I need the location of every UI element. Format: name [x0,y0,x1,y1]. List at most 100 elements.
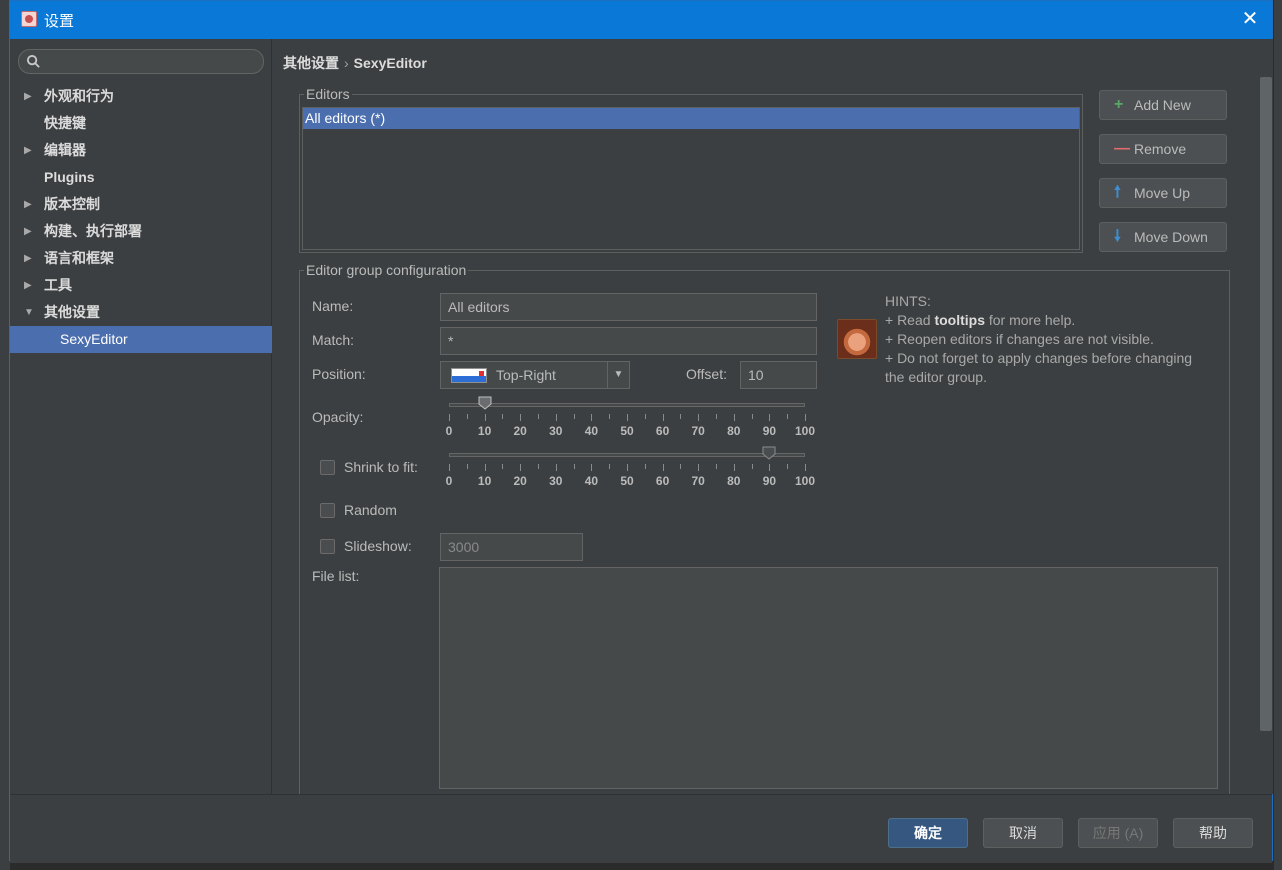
vertical-scrollbar-thumb[interactable] [1260,77,1272,731]
close-icon: ✕ [1241,8,1259,30]
offset-field[interactable]: 10 [740,361,817,389]
collapse-arrow-icon: ▼ [24,307,34,318]
sidebar-item-other-settings[interactable]: ▼ 其他设置 [10,299,272,326]
opacity-slider-track [449,403,805,407]
dialog-footer: 确定 取消 应用 (A) 帮助 [10,794,1272,863]
settings-content: 其他设置 › SexyEditor Editors All editors (*) … [273,39,1255,810]
slider-tick [573,464,575,469]
chevron-down-icon: ▼ [607,362,629,388]
sidebar-item-version-control[interactable]: ▶ 版本控制 [10,191,272,218]
opacity-slider[interactable]: 0 10 20 30 40 50 60 70 80 90 100 [445,395,815,440]
position-dropdown[interactable]: Top-Right ▼ [440,361,630,389]
background-window-edge-right [1274,0,1282,870]
slider-tick [787,414,789,419]
editors-list[interactable]: All editors (*) [302,107,1080,250]
arrow-down-icon: 🠗 [1114,228,1121,245]
close-button[interactable]: ✕ [1238,7,1262,31]
slider-tick [449,414,450,421]
slider-tick [520,464,522,471]
help-button[interactable]: 帮助 [1173,818,1253,848]
expand-arrow-icon: ▶ [24,91,32,102]
add-new-label: Add New [1134,97,1191,113]
slider-tick [769,464,771,471]
slider-tick [484,464,486,471]
list-item[interactable]: All editors (*) [303,108,1079,129]
slider-tick [698,414,700,421]
sidebar-item-label: 外观和行为 [44,88,114,104]
sidebar-item-tools[interactable]: ▶ 工具 [10,272,272,299]
sidebar-item-build[interactable]: ▶ 构建、执行部署 [10,218,272,245]
offset-label: Offset: [686,366,727,382]
slider-tick-label: 70 [691,474,705,488]
search-input[interactable] [18,49,264,74]
slider-tick-label: 10 [477,424,492,438]
slider-tick [644,464,646,469]
slider-tick [573,414,575,419]
slider-tick [627,414,628,421]
position-label: Position: [312,366,366,382]
plus-icon: + [1114,96,1124,113]
slider-tick [805,464,806,471]
search-icon [26,54,40,68]
sidebar-item-languages[interactable]: ▶ 语言和框架 [10,245,272,272]
hints-line-1-prefix: + Read [885,312,935,328]
slider-tick-label: 60 [655,474,670,488]
slider-tick-label: 0 [445,474,453,488]
opacity-slider-thumb[interactable] [478,396,492,410]
expand-arrow-icon: ▶ [24,199,32,210]
slideshow-interval-field[interactable]: 3000 [440,533,583,561]
random-checkbox[interactable] [320,503,335,518]
slider-tick [733,414,735,421]
sidebar-item-label: 工具 [44,277,72,293]
avatar-icon [837,319,877,359]
slider-tick [609,464,611,469]
slider-tick [466,464,468,469]
settings-dialog: 设置 ✕ ▶ 外观和行为 快捷键 ▶ 编辑器 Plugins ▶ 版本控制 ▶ … [9,0,1273,863]
remove-button[interactable]: — Remove [1099,134,1227,164]
name-field[interactable]: All editors [440,293,817,321]
cancel-button[interactable]: 取消 [983,818,1063,848]
apply-button[interactable]: 应用 (A) [1078,818,1158,848]
shrink-slider[interactable]: 0 10 20 30 40 50 60 70 80 90 100 [445,445,815,490]
move-down-button[interactable]: 🠗 Move Down [1099,222,1227,252]
sidebar-item-label: SexyEditor [60,331,128,347]
slider-tick [449,464,450,471]
slider-tick [662,464,664,471]
editors-group-title: Editors [304,85,352,103]
sidebar-item-keymap[interactable]: 快捷键 [10,110,272,137]
file-list-textarea[interactable] [439,567,1218,789]
ok-button[interactable]: 确定 [888,818,968,848]
shrink-to-fit-checkbox[interactable] [320,460,335,475]
sidebar-item-plugins[interactable]: Plugins [10,164,272,191]
match-label: Match: [312,332,355,348]
slider-tick [502,464,504,469]
minus-icon: — [1114,140,1130,157]
slider-tick-label: 30 [549,474,563,488]
shrink-to-fit-label: Shrink to fit: [344,459,418,475]
slider-tick-label: 40 [584,474,599,488]
editor-group-config: Editor group configuration Name: All edi… [299,261,1230,810]
position-preview-icon [451,368,487,383]
sidebar-item-editor[interactable]: ▶ 编辑器 [10,137,272,164]
slider-tick [591,464,593,471]
hints-line-1-suffix: for more help. [984,312,1076,328]
slider-tick-label: 50 [620,474,634,488]
slider-tick-label: 20 [513,424,527,438]
app-icon [21,11,37,27]
slider-tick [751,464,753,469]
sidebar-item-sexyeditor[interactable]: SexyEditor [10,326,272,353]
add-new-button[interactable]: + Add New [1099,90,1227,120]
window-title: 设置 [44,13,75,30]
slider-tick [555,414,557,421]
slideshow-checkbox[interactable] [320,539,335,554]
slider-tick-label: 10 [477,474,492,488]
slider-tick [716,414,717,419]
shrink-slider-thumb[interactable] [762,446,776,460]
hints-line-3: + Do not forget to apply changes before … [885,350,1193,385]
match-field[interactable]: * [440,327,817,355]
arrow-up-icon: 🠕 [1114,184,1121,201]
sidebar-item-appearance[interactable]: ▶ 外观和行为 [10,83,272,110]
slider-tick [484,414,486,421]
slider-tick [716,464,717,469]
move-up-button[interactable]: 🠕 Move Up [1099,178,1227,208]
